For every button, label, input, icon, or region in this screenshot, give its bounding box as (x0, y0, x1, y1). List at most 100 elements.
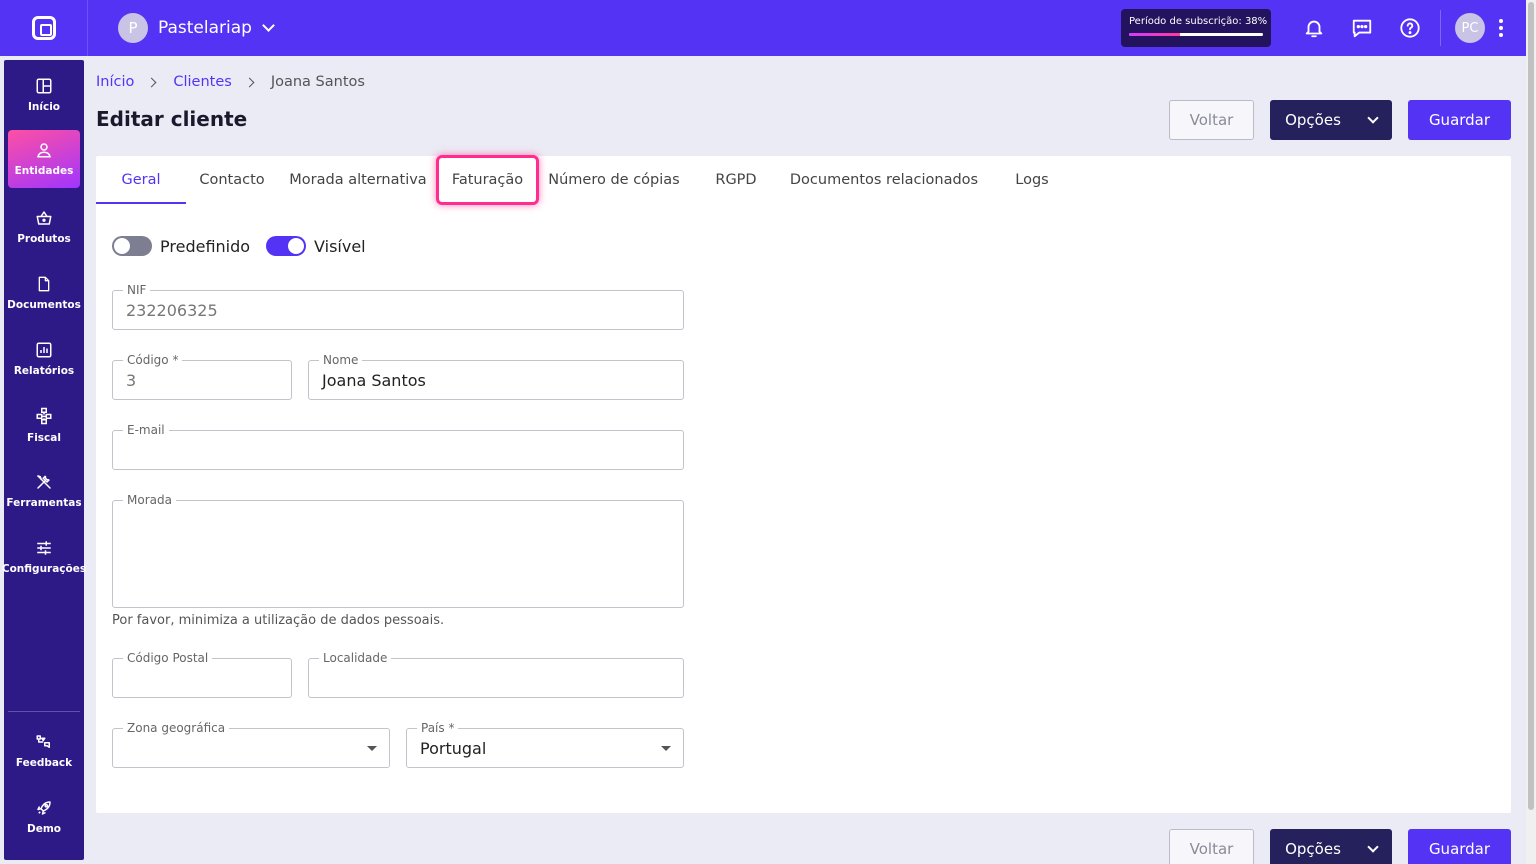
dropdown-arrow-icon (367, 746, 377, 751)
bell-icon[interactable] (1290, 0, 1338, 56)
dropdown-arrow-icon (661, 746, 671, 751)
postal-code-field[interactable]: Código Postal (112, 651, 292, 698)
company-avatar: P (118, 13, 148, 43)
subscription-text: Período de subscrição: 38% (1129, 16, 1268, 27)
name-label: Nome (319, 353, 363, 367)
tab-morada-alternativa[interactable]: Morada alternativa (288, 156, 428, 204)
chevron-down-icon (1367, 112, 1379, 124)
rocket-icon (37, 801, 51, 815)
dashboard-icon (36, 78, 52, 94)
sidebar-item-entidades[interactable]: Entidades (8, 130, 80, 188)
default-toggle[interactable] (112, 236, 152, 256)
sidebar-item-label: Fiscal (27, 432, 61, 444)
user-avatar[interactable]: PC (1455, 13, 1485, 43)
tab-numero-de-copias[interactable]: Número de cópias (547, 156, 681, 204)
postal-code-label: Código Postal (123, 651, 213, 665)
sidebar-item-relatorios[interactable]: Relatórios (8, 330, 80, 388)
options-button-label: Opções (1285, 840, 1341, 858)
nif-field[interactable]: NIF 232206325 (112, 283, 684, 330)
email-label: E-mail (123, 423, 169, 437)
country-label: País * (417, 721, 459, 735)
breadcrumb: Início Clientes Joana Santos (96, 74, 365, 90)
company-selector[interactable]: P Pastelariap (118, 13, 275, 43)
visible-toggle-label: Visível (314, 236, 366, 256)
sidebar-item-feedback[interactable]: Feedback (8, 722, 80, 780)
tab-faturacao[interactable]: Faturação (436, 155, 539, 205)
sidebar-item-label: Início (27, 101, 61, 113)
chevron-right-icon (146, 77, 157, 87)
help-icon[interactable] (1386, 0, 1434, 56)
document-icon (38, 276, 50, 292)
back-button-bottom[interactable]: Voltar (1169, 829, 1254, 864)
chat-icon[interactable] (1338, 0, 1386, 56)
country-value: Portugal (420, 739, 487, 758)
toggle-row: Predefinido Visível (112, 236, 382, 256)
back-button[interactable]: Voltar (1169, 100, 1254, 140)
breadcrumb-link-inicio[interactable]: Início (96, 74, 134, 90)
save-button-bottom[interactable]: Guardar (1408, 829, 1511, 864)
sidebar-divider (8, 711, 80, 712)
tab-contacto[interactable]: Contacto (192, 156, 272, 204)
breadcrumb-current: Joana Santos (270, 74, 365, 90)
tab-documentos-relacionados[interactable]: Documentos relacionados (790, 156, 978, 204)
nif-label: NIF (123, 283, 151, 297)
sidebar-item-fiscal[interactable]: Fiscal (8, 396, 80, 454)
zone-label: Zona geográfica (123, 721, 230, 735)
subscription-progress-bar (1129, 33, 1263, 36)
locality-field[interactable]: Localidade (308, 651, 684, 698)
address-label: Morada (123, 493, 176, 507)
nif-value: 232206325 (126, 301, 218, 320)
sidebar-item-label: Entidades (14, 165, 74, 177)
subscription-indicator[interactable]: Período de subscrição: 38% (1121, 9, 1271, 47)
company-name: Pastelariap (158, 18, 252, 38)
top-actions: PC (1290, 0, 1503, 56)
tab-rgpd[interactable]: RGPD (700, 156, 772, 204)
name-field[interactable]: Nome Joana Santos (308, 353, 684, 400)
chevron-down-icon (1367, 841, 1379, 853)
sidebar-item-label: Feedback (15, 757, 73, 769)
options-button[interactable]: Opções (1270, 100, 1392, 140)
code-field[interactable]: Código * 3 (112, 353, 292, 400)
chart-icon (36, 342, 52, 358)
sidebar-item-documentos[interactable]: Documentos (7, 264, 81, 322)
scrollbar-thumb[interactable] (1528, 2, 1534, 810)
email-field[interactable]: E-mail (112, 423, 684, 470)
chevron-right-icon (244, 77, 255, 87)
sidebar: Início Entidades Produtos Documentos Rel… (2, 60, 86, 860)
sidebar-item-label: Relatórios (13, 365, 75, 377)
sidebar-item-label: Documentos (7, 299, 81, 311)
sidebar-item-label: Produtos (17, 233, 71, 245)
chevron-down-icon (262, 19, 275, 32)
save-button[interactable]: Guardar (1408, 100, 1511, 140)
name-value: Joana Santos (322, 371, 426, 390)
tab-logs[interactable]: Logs (1002, 156, 1062, 204)
address-field[interactable]: Morada (112, 493, 684, 608)
basket-icon (36, 211, 52, 225)
sidebar-item-inicio[interactable]: Início (8, 66, 80, 124)
kebab-menu-icon[interactable] (1499, 19, 1503, 37)
zone-select[interactable]: Zona geográfica (112, 721, 390, 768)
default-toggle-label: Predefinido (160, 236, 251, 256)
sliders-icon (37, 541, 51, 555)
options-button-bottom[interactable]: Opções (1270, 829, 1392, 864)
form-card: Geral Contacto Morada alternativa Fatura… (96, 155, 1511, 813)
subscription-progress-fill (1129, 33, 1180, 36)
tab-bar: Geral Contacto Morada alternativa Fatura… (96, 155, 1511, 205)
feedback-icon (36, 735, 50, 748)
sidebar-item-label: Demo (27, 823, 61, 835)
sidebar-item-configuracoes[interactable]: Configurações (2, 528, 86, 586)
app-logo[interactable] (0, 0, 88, 56)
sidebar-item-label: Ferramentas (6, 497, 82, 509)
tools-icon (37, 475, 51, 489)
sidebar-item-produtos[interactable]: Produtos (8, 198, 80, 256)
code-value: 3 (126, 371, 137, 390)
sidebar-item-demo[interactable]: Demo (8, 788, 80, 846)
sidebar-item-ferramentas[interactable]: Ferramentas (6, 462, 82, 520)
breadcrumb-link-clientes[interactable]: Clientes (173, 74, 231, 90)
visible-toggle[interactable] (266, 236, 307, 256)
sidebar-item-label: Configurações (1, 563, 87, 575)
hierarchy-icon (36, 407, 52, 425)
tab-geral[interactable]: Geral (96, 156, 186, 204)
page-title: Editar cliente (96, 107, 248, 131)
country-select[interactable]: País * Portugal (406, 721, 684, 768)
